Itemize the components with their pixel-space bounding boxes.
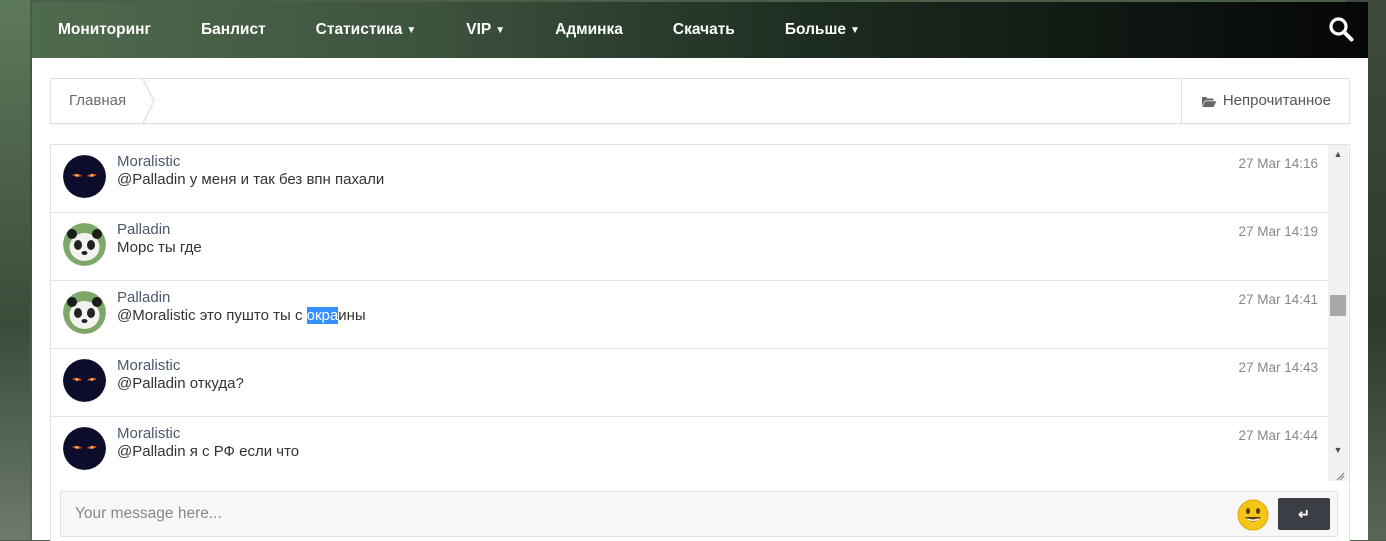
- search-icon[interactable]: [1328, 16, 1354, 42]
- chat-message: Palladin @Moralistic это пушто ты с окра…: [51, 281, 1328, 349]
- message-text: @Moralistic это пушто ты с окраины: [117, 307, 366, 324]
- message-text: @Palladin у меня и так без впн пахали: [117, 171, 385, 188]
- unread-label: Непрочитанное: [1222, 92, 1331, 109]
- scroll-down-arrow-icon[interactable]: ▼: [1328, 443, 1348, 457]
- message-text: @Palladin я с РФ если что: [117, 443, 300, 460]
- message-list: Moralistic @Palladin у меня и так без вп…: [51, 145, 1328, 481]
- scrollbar-thumb[interactable]: [1330, 295, 1346, 316]
- message-author[interactable]: Moralistic: [117, 357, 180, 374]
- chat-message: Moralistic @Palladin откуда? 27 Mar 14:4…: [51, 349, 1328, 417]
- nav-label: VIP: [466, 21, 492, 38]
- message-text-before: @Moralistic это пушто ты с: [117, 307, 307, 324]
- nav-download[interactable]: Скачать: [648, 21, 760, 39]
- caret-down-icon: ▼: [495, 24, 506, 36]
- nav-label: Админка: [555, 21, 623, 38]
- chat-box: Moralistic @Palladin у меня и так без вп…: [50, 144, 1350, 541]
- breadcrumb: Главная Непрочитанное: [50, 78, 1350, 124]
- nav-banlist[interactable]: Банлист: [176, 21, 291, 39]
- nav-label: Больше: [784, 21, 846, 38]
- chat-message: Moralistic @Palladin я с РФ если что 27 …: [51, 417, 1328, 481]
- dark-eyes-avatar[interactable]: [63, 155, 106, 198]
- background-left: [0, 0, 30, 540]
- chat-scrollbar[interactable]: ▲ ▼: [1328, 145, 1348, 481]
- nav-monitoring[interactable]: Мониторинг: [32, 21, 176, 39]
- breadcrumb-home[interactable]: Главная: [51, 79, 145, 123]
- unread-button[interactable]: Непрочитанное: [1180, 79, 1349, 123]
- caret-down-icon: ▼: [849, 24, 860, 36]
- message-time: 27 Mar 14:16: [1238, 156, 1318, 171]
- message-input-row: ↵: [51, 481, 1349, 541]
- dark-eyes-avatar[interactable]: [63, 427, 106, 470]
- nav-label: Скачать: [672, 21, 735, 38]
- message-time: 27 Mar 14:19: [1238, 224, 1318, 239]
- page-content: Главная Непрочитанное Moralistic @Pallad…: [32, 58, 1368, 541]
- panda-avatar[interactable]: [63, 291, 106, 334]
- message-text-after: ины: [338, 307, 366, 324]
- breadcrumb-separator: [142, 79, 155, 123]
- nav-more[interactable]: Больше ▼: [760, 21, 885, 39]
- message-author[interactable]: Moralistic: [117, 425, 180, 442]
- navbar: Мониторинг Банлист Статистика ▼ VIP ▼ Адми…: [32, 2, 1368, 58]
- nav-admin[interactable]: Админка: [530, 21, 648, 39]
- message-text: Морс ты где: [117, 239, 202, 256]
- message-input[interactable]: [60, 491, 1338, 537]
- message-author[interactable]: Palladin: [117, 221, 170, 238]
- message-time: 27 Mar 14:44: [1238, 428, 1318, 443]
- message-time: 27 Mar 14:43: [1238, 360, 1318, 375]
- selected-text: окра: [306, 307, 339, 324]
- message-author[interactable]: Moralistic: [117, 153, 180, 170]
- panda-avatar[interactable]: [63, 223, 106, 266]
- scroll-up-arrow-icon[interactable]: ▲: [1328, 147, 1348, 161]
- nav-statistics[interactable]: Статистика ▼: [291, 21, 442, 39]
- message-time: 27 Mar 14:41: [1238, 292, 1318, 307]
- chat-message: Moralistic @Palladin у меня и так без вп…: [51, 145, 1328, 213]
- message-text: @Palladin откуда?: [117, 375, 244, 392]
- message-author[interactable]: Palladin: [117, 289, 170, 306]
- folder-open-icon: [1201, 96, 1217, 107]
- nav-label: Мониторинг: [58, 21, 151, 38]
- smiley-icon[interactable]: [1237, 499, 1269, 531]
- nav-vip[interactable]: VIP ▼: [441, 21, 530, 39]
- caret-down-icon: ▼: [406, 24, 417, 36]
- nav-label: Статистика: [315, 21, 403, 38]
- chat-message: Palladin Морс ты где 27 Mar 14:19: [51, 213, 1328, 281]
- nav-label: Банлист: [200, 21, 266, 38]
- dark-eyes-avatar[interactable]: [63, 359, 106, 402]
- send-button[interactable]: ↵: [1278, 498, 1330, 530]
